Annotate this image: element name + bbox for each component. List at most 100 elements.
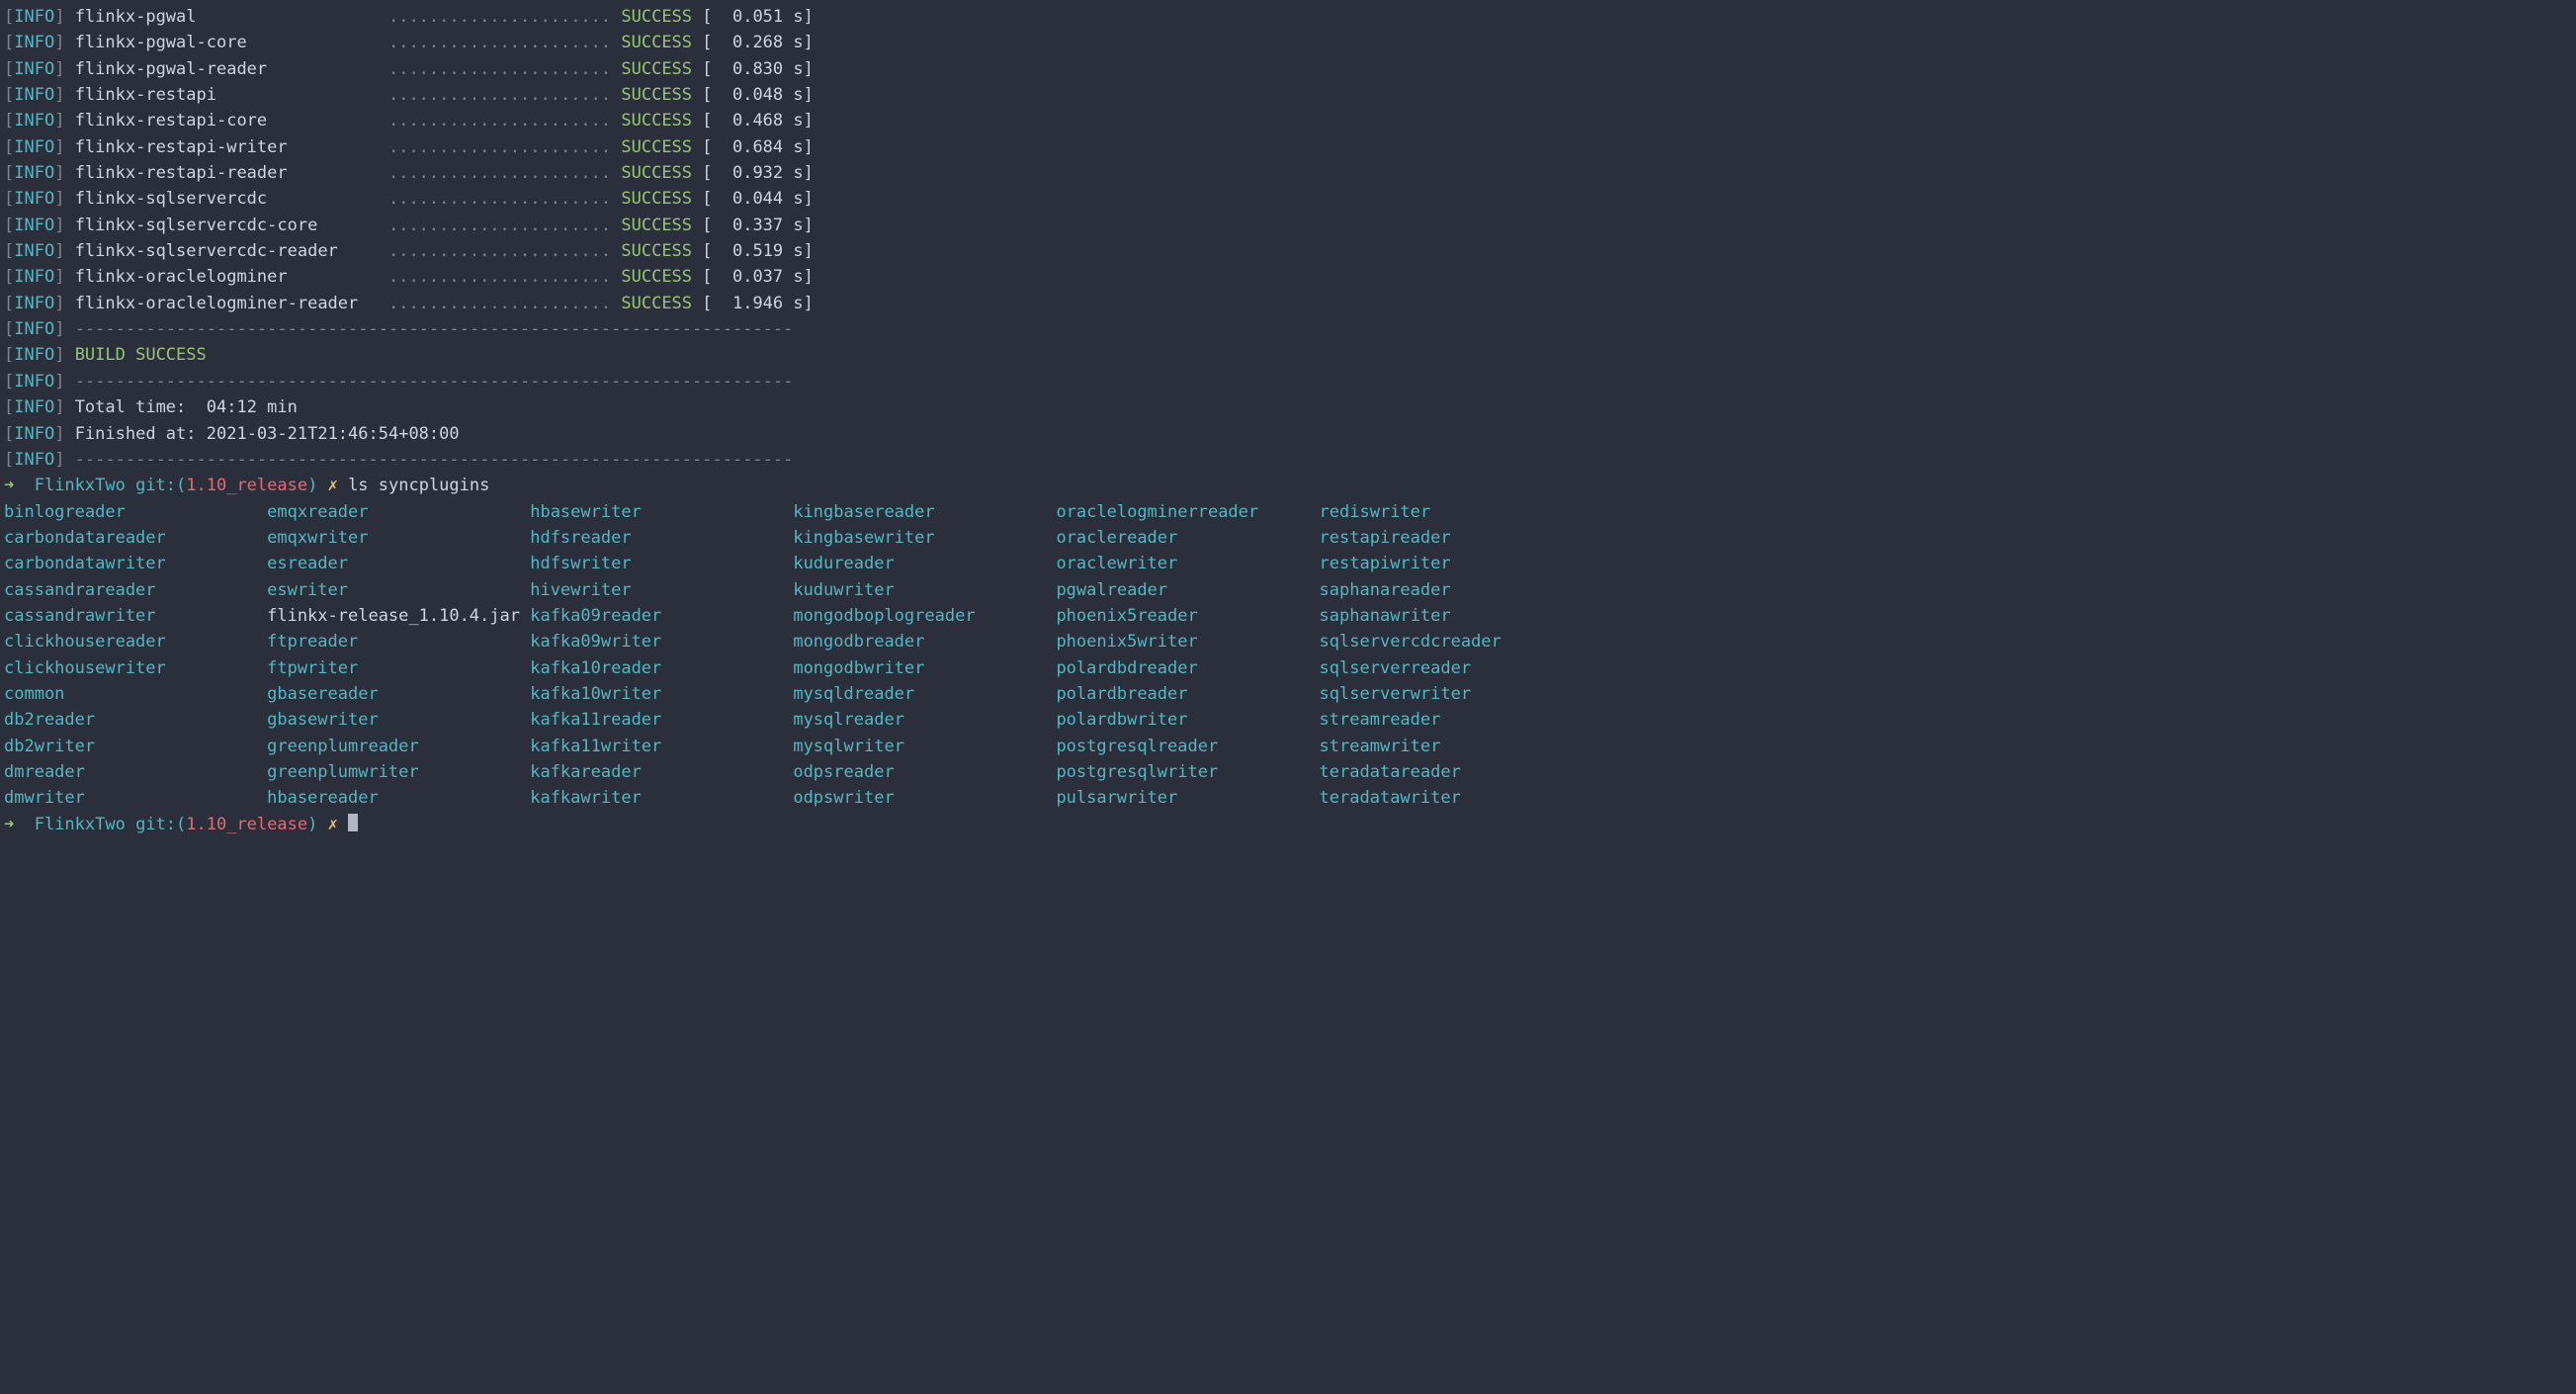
ls-entry: pulsarwriter <box>1056 788 1319 808</box>
status-success: SUCCESS <box>621 241 692 261</box>
bracket-open: [ <box>4 189 14 209</box>
ls-entry: teradatawriter <box>1320 788 1461 808</box>
ls-entry: polardbreader <box>1056 684 1319 704</box>
bracket-close: ] <box>54 137 74 157</box>
status-success: SUCCESS <box>621 267 692 287</box>
log-level: INFO <box>14 137 54 157</box>
dots: ...................... <box>388 163 621 183</box>
ls-entry: phoenix5writer <box>1056 632 1319 652</box>
bracket-close: ] <box>54 7 74 27</box>
dots: ...................... <box>388 241 621 261</box>
bracket-open: [ <box>4 111 14 131</box>
terminal-line: carbondatareader emqxwriter hdfsreader k… <box>4 525 2572 551</box>
bracket-open: [ <box>4 85 14 105</box>
ls-entry: saphanawriter <box>1320 606 1451 626</box>
terminal-line: [INFO] Finished at: 2021-03-21T21:46:54+… <box>4 421 2572 447</box>
ls-entry: cassandrawriter <box>4 606 267 626</box>
total-time-value: 04:12 min <box>207 397 298 417</box>
terminal-line: [INFO] BUILD SUCCESS <box>4 342 2572 368</box>
bracket-open: [ <box>4 7 14 27</box>
ls-entry: mysqlreader <box>793 710 1056 730</box>
ls-entry: kingbasewriter <box>793 528 1056 548</box>
log-level: INFO <box>14 163 54 183</box>
terminal-line: clickhousewriter ftpwriter kafka10reader… <box>4 655 2572 681</box>
dots: ...................... <box>388 111 621 131</box>
build-time: [ 0.519 s] <box>692 241 814 261</box>
rule: ----------------------------------------… <box>75 319 794 339</box>
ls-entry: hivewriter <box>530 580 793 600</box>
log-level: INFO <box>14 450 54 470</box>
ls-entry: db2writer <box>4 737 267 756</box>
ls-entry: saphanareader <box>1320 580 1451 600</box>
dots: ...................... <box>388 216 621 235</box>
terminal-line: cassandrareader eswriter hivewriter kudu… <box>4 577 2572 603</box>
ls-entry: kudureader <box>793 554 1056 573</box>
module-name: flinkx-pgwal <box>75 7 388 27</box>
terminal-line: [INFO] flinkx-sqlservercdc-core ........… <box>4 213 2572 238</box>
finished-label: Finished at: <box>75 424 207 444</box>
ls-entry: oraclewriter <box>1056 554 1319 573</box>
ls-entry: carbondatareader <box>4 528 267 548</box>
ls-entry: kuduwriter <box>793 580 1056 600</box>
module-name: flinkx-oraclelogminer <box>75 267 388 287</box>
status-success: SUCCESS <box>621 189 692 209</box>
ls-entry: kafkawriter <box>530 788 793 808</box>
ls-entry: clickhousewriter <box>4 658 267 678</box>
ls-entry: streamwriter <box>1320 737 1441 756</box>
bracket-open: [ <box>4 372 14 392</box>
ls-entry: emqxwriter <box>267 528 530 548</box>
bracket-close: ] <box>54 59 74 79</box>
terminal[interactable]: [INFO] flinkx-pgwal ....................… <box>0 0 2576 845</box>
shell-command: ls syncplugins <box>348 476 489 495</box>
terminal-line: ➜ FlinkxTwo git:(1.10_release) ✗ ls sync… <box>4 473 2572 498</box>
ls-entry: cassandrareader <box>4 580 267 600</box>
terminal-line: [INFO] ---------------------------------… <box>4 369 2572 394</box>
terminal-line: db2writer greenplumreader kafka11writer … <box>4 734 2572 759</box>
total-time-label: Total time: <box>75 397 207 417</box>
terminal-line: clickhousereader ftpreader kafka09writer… <box>4 629 2572 654</box>
ls-entry: kafka10reader <box>530 658 793 678</box>
status-success: SUCCESS <box>621 294 692 313</box>
dots: ...................... <box>388 294 621 313</box>
ls-entry: common <box>4 684 267 704</box>
ls-entry: dmreader <box>4 762 267 782</box>
ls-entry: mongodboplogreader <box>793 606 1056 626</box>
terminal-line: cassandrawriter flinkx-release_1.10.4.ja… <box>4 603 2572 629</box>
status-success: SUCCESS <box>621 85 692 105</box>
ls-entry: kafka09writer <box>530 632 793 652</box>
ls-entry: postgresqlwriter <box>1056 762 1319 782</box>
ls-entry: mysqlwriter <box>793 737 1056 756</box>
build-success: BUILD SUCCESS <box>75 345 207 365</box>
ls-entry: esreader <box>267 554 530 573</box>
ls-entry: mongodbreader <box>793 632 1056 652</box>
log-level: INFO <box>14 345 54 365</box>
terminal-line: [INFO] flinkx-oraclelogminer ...........… <box>4 264 2572 290</box>
ls-entry: kafka11writer <box>530 737 793 756</box>
git-close: ) <box>307 815 327 834</box>
terminal-line: carbondatawriter esreader hdfswriter kud… <box>4 551 2572 576</box>
ls-entry: hdfsreader <box>530 528 793 548</box>
ls-entry: emqxreader <box>267 502 530 522</box>
git-open: git:( <box>135 815 186 834</box>
module-name: flinkx-oraclelogminer-reader <box>75 294 388 313</box>
ls-entry: streamreader <box>1320 710 1441 730</box>
terminal-line: [INFO] flinkx-restapi ..................… <box>4 82 2572 108</box>
bracket-close: ] <box>54 33 74 52</box>
build-time: [ 0.037 s] <box>692 267 814 287</box>
ls-entry: restapiwriter <box>1320 554 1451 573</box>
bracket-close: ] <box>54 397 74 417</box>
ls-entry: clickhousereader <box>4 632 267 652</box>
ls-entry: greenplumreader <box>267 737 530 756</box>
bracket-open: [ <box>4 424 14 444</box>
bracket-close: ] <box>54 450 74 470</box>
log-level: INFO <box>14 111 54 131</box>
log-level: INFO <box>14 85 54 105</box>
bracket-close: ] <box>54 163 74 183</box>
bracket-open: [ <box>4 319 14 339</box>
terminal-line: [INFO] flinkx-restapi-writer ...........… <box>4 134 2572 160</box>
ls-entry: phoenix5reader <box>1056 606 1319 626</box>
cursor[interactable] <box>348 814 358 832</box>
ls-entry: teradatareader <box>1320 762 1461 782</box>
bracket-open: [ <box>4 137 14 157</box>
dots: ...................... <box>388 189 621 209</box>
